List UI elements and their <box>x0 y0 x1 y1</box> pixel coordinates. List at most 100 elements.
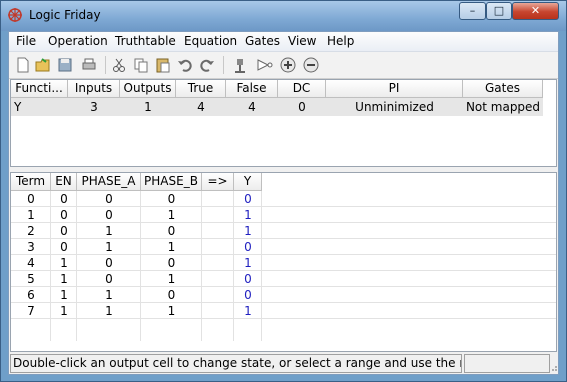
menu-view[interactable]: View <box>288 34 316 48</box>
functions-col-header[interactable]: DC <box>278 80 326 98</box>
menu-file[interactable]: File <box>16 34 36 48</box>
toolbar-separator <box>223 56 224 74</box>
row-divider <box>11 318 556 319</box>
new-file-icon[interactable] <box>14 56 32 74</box>
table-row[interactable]: Y 3 1 4 4 0 Unminimized Not mapped <box>11 98 543 116</box>
en-cell: 0 <box>60 224 68 238</box>
redo-icon[interactable] <box>198 56 216 74</box>
truthtable-col-header[interactable]: PHASE_B <box>141 173 202 191</box>
arrow-cell <box>202 223 234 239</box>
outputs-cell[interactable]: 1 <box>120 98 176 116</box>
phase-a-cell: 1 <box>105 288 113 302</box>
en-cell: 1 <box>60 272 68 286</box>
table-row[interactable]: 0 0 0 0 0 <box>11 191 556 207</box>
menu-bar: File Operation Truthtable Equation Gates… <box>9 32 558 52</box>
functions-col-header[interactable]: Functi... <box>11 80 68 98</box>
menu-help[interactable]: Help <box>327 34 354 48</box>
resize-grip-icon[interactable] <box>550 362 558 372</box>
status-bar-message: Double-click an output cell to change st… <box>10 354 462 373</box>
y-output-cell[interactable]: 1 <box>234 255 262 271</box>
table-row[interactable]: 4 1 0 0 1 <box>11 255 556 271</box>
arrow-cell <box>202 303 234 319</box>
maximize-button[interactable]: □ <box>486 2 512 20</box>
y-output-cell[interactable]: 0 <box>234 287 262 303</box>
phase-b-cell: 1 <box>167 272 176 286</box>
y-output-cell[interactable]: 1 <box>234 223 262 239</box>
en-cell: 0 <box>60 240 68 254</box>
table-row[interactable]: 3 0 1 1 0 <box>11 239 556 255</box>
term-cell: 0 <box>27 192 35 206</box>
functions-col-header[interactable]: PI <box>326 80 463 98</box>
phase-a-cell: 0 <box>105 256 113 270</box>
table-row[interactable]: 5 1 0 1 0 <box>11 271 556 287</box>
undo-icon[interactable] <box>176 56 194 74</box>
open-folder-icon[interactable] <box>34 56 52 74</box>
truthtable-col-header[interactable]: EN <box>51 173 77 191</box>
table-row[interactable]: 1 0 0 1 1 <box>11 207 556 223</box>
phase-a-cell: 0 <box>105 272 113 286</box>
functions-col-header[interactable]: Inputs <box>68 80 120 98</box>
copy-icon[interactable] <box>132 56 150 74</box>
print-icon[interactable] <box>80 56 98 74</box>
functions-col-header[interactable]: True <box>176 80 226 98</box>
minimize-button[interactable]: – <box>459 2 486 20</box>
gate-icon[interactable] <box>231 56 249 74</box>
pi-cell[interactable]: Unminimized <box>326 98 463 116</box>
table-row[interactable]: 6 1 1 0 0 <box>11 287 556 303</box>
app-logo-icon <box>8 8 22 22</box>
truthtable-col-header[interactable]: => <box>202 173 234 191</box>
phase-b-cell: 1 <box>167 208 176 222</box>
inputs-cell[interactable]: 3 <box>68 98 120 116</box>
arrow-cell <box>202 191 234 207</box>
buffer-icon[interactable] <box>255 56 273 74</box>
table-row[interactable]: 2 0 1 0 1 <box>11 223 556 239</box>
phase-b-cell: 1 <box>167 304 176 318</box>
term-cell: 1 <box>27 208 35 222</box>
phase-b-cell: 0 <box>167 224 176 238</box>
arrow-cell <box>202 207 234 223</box>
term-cell: 6 <box>27 288 35 302</box>
status-bar-panel <box>464 354 550 373</box>
cut-icon[interactable] <box>110 56 128 74</box>
phase-b-cell: 0 <box>167 288 176 302</box>
phase-a-cell: 0 <box>105 192 113 206</box>
gates-cell[interactable]: Not mapped <box>463 98 543 116</box>
client-area: File Operation Truthtable Equation Gates… <box>8 31 559 375</box>
paste-icon[interactable] <box>154 56 172 74</box>
menu-gates[interactable]: Gates <box>245 34 280 48</box>
truthtable-col-header[interactable]: Term <box>11 173 51 191</box>
truthtable-col-header[interactable]: Y <box>234 173 262 191</box>
truthtable-col-header[interactable]: PHASE_A <box>77 173 141 191</box>
arrow-cell <box>202 255 234 271</box>
y-output-cell[interactable]: 0 <box>234 191 262 207</box>
zoom-out-icon[interactable] <box>302 56 320 74</box>
en-cell: 1 <box>60 304 68 318</box>
en-cell: 0 <box>60 192 68 206</box>
phase-b-cell: 1 <box>167 240 176 254</box>
arrow-cell <box>202 239 234 255</box>
app-window: Logic Friday – □ ✕ File Operation Trutht… <box>0 0 567 382</box>
close-button[interactable]: ✕ <box>512 2 559 20</box>
table-row[interactable]: 7 1 1 1 1 <box>11 303 556 319</box>
functions-col-header[interactable]: False <box>226 80 278 98</box>
y-output-cell[interactable]: 1 <box>234 303 262 319</box>
false-cell[interactable]: 4 <box>226 98 278 116</box>
y-output-cell[interactable]: 0 <box>234 239 262 255</box>
window-title: Logic Friday <box>29 8 101 22</box>
menu-truthtable[interactable]: Truthtable <box>115 34 176 48</box>
truth-table: Term EN PHASE_A PHASE_B => Y 00000100112… <box>10 172 557 352</box>
zoom-in-icon[interactable] <box>279 56 297 74</box>
toolbar-separator <box>105 56 106 74</box>
save-icon[interactable] <box>56 56 74 74</box>
function-name-cell[interactable]: Y <box>11 98 68 116</box>
functions-col-header[interactable]: Gates <box>463 80 543 98</box>
dc-cell[interactable]: 0 <box>278 98 326 116</box>
y-output-cell[interactable]: 0 <box>234 271 262 287</box>
menu-operation[interactable]: Operation <box>48 34 108 48</box>
menu-equation[interactable]: Equation <box>184 34 237 48</box>
true-cell[interactable]: 4 <box>176 98 226 116</box>
phase-b-cell: 0 <box>167 192 176 206</box>
functions-col-header[interactable]: Outputs <box>120 80 176 98</box>
title-bar[interactable]: Logic Friday – □ ✕ <box>1 1 566 31</box>
y-output-cell[interactable]: 1 <box>234 207 262 223</box>
